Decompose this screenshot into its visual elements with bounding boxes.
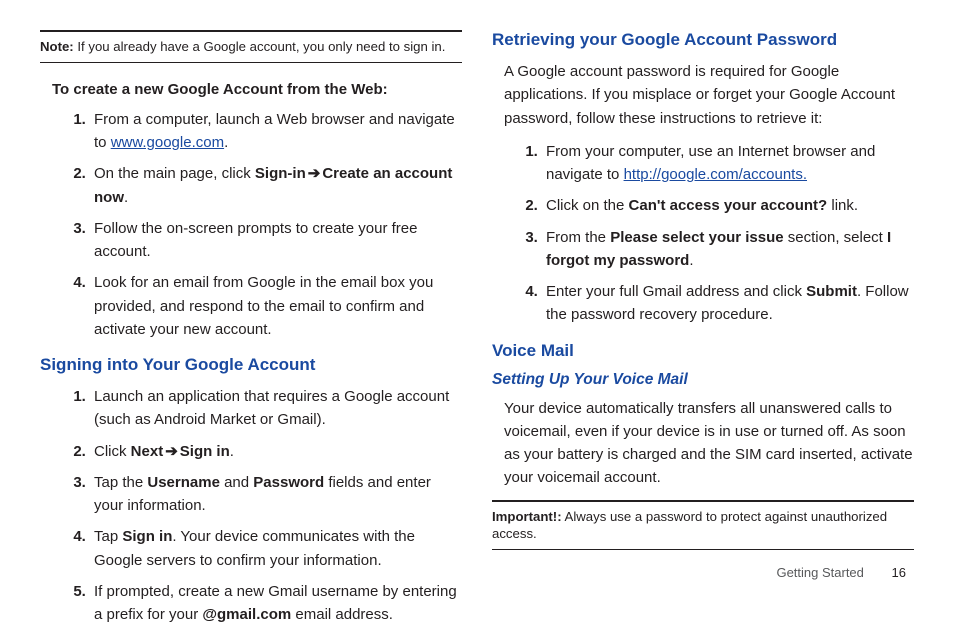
step-item: From the Please select your issue sectio… [542,226,914,273]
bold-text: Username [147,474,220,491]
important-box: Important!: Always use a password to pro… [492,500,914,551]
step-text: Follow the on-screen prompts to create y… [94,220,417,260]
voicemail-para: Your device automatically transfers all … [504,397,914,490]
note-label: Note: [40,39,74,54]
page-container: Note: If you already have a Google accou… [0,0,954,596]
step-text: section, select [784,229,887,246]
step-item: If prompted, create a new Gmail username… [90,580,462,627]
signin-steps: Launch an application that requires a Go… [62,385,462,626]
step-text: Click on the [546,197,629,214]
create-account-steps: From a computer, launch a Web browser an… [62,108,462,341]
create-account-heading: To create a new Google Account from the … [52,81,462,98]
footer-page-number: 16 [892,565,906,580]
step-text: . [230,443,234,460]
bold-text: Sign in [180,443,230,460]
bold-text: Sign-in [255,165,306,182]
note-box: Note: If you already have a Google accou… [40,30,462,63]
step-text: Tap [94,528,122,545]
step-item: Look for an email from Google in the ema… [90,271,462,341]
step-text: Enter your full Gmail address and click [546,283,806,300]
step-text: . [124,189,128,206]
bold-text: @gmail.com [202,606,291,623]
note-text: If you already have a Google account, yo… [74,39,446,54]
right-column: Retrieving your Google Account Password … [492,30,914,586]
step-text: On the main page, click [94,165,255,182]
step-text: Launch an application that requires a Go… [94,388,449,428]
link-google[interactable]: www.google.com [111,134,224,151]
step-item: From a computer, launch a Web browser an… [90,108,462,155]
step-text: From the [546,229,610,246]
step-item: Click on the Can't access your account? … [542,194,914,217]
link-google-accounts[interactable]: http://google.com/accounts. [624,166,807,183]
step-text: Tap the [94,474,147,491]
bold-text: Please select your issue [610,229,783,246]
footer-section: Getting Started [776,565,863,580]
signin-heading: Signing into Your Google Account [40,355,462,375]
arrow-icon: ➔ [163,440,180,463]
step-text: link. [827,197,858,214]
step-item: Tap the Username and Password fields and… [90,471,462,518]
step-text: and [220,474,253,491]
bold-text: Next [131,443,164,460]
step-item: From your computer, use an Internet brow… [542,140,914,187]
retrieve-steps: From your computer, use an Internet brow… [514,140,914,327]
bold-text: Can't access your account? [629,197,828,214]
step-item: Enter your full Gmail address and click … [542,280,914,327]
retrieve-heading: Retrieving your Google Account Password [492,30,914,50]
left-column: Note: If you already have a Google accou… [40,30,462,586]
step-text: Look for an email from Google in the ema… [94,274,433,338]
step-text: . [224,134,228,151]
retrieve-para: A Google account password is required fo… [504,60,914,130]
step-item: Launch an application that requires a Go… [90,385,462,432]
step-item: Click Next ➔ Sign in. [90,440,462,463]
step-item: On the main page, click Sign-in ➔ Create… [90,162,462,209]
step-item: Follow the on-screen prompts to create y… [90,217,462,264]
arrow-icon: ➔ [306,162,323,185]
bold-text: Sign in [122,528,172,545]
bold-text: Password [253,474,324,491]
step-text: Click [94,443,131,460]
step-text: email address. [291,606,393,623]
step-item: Tap Sign in. Your device communicates wi… [90,525,462,572]
bold-text: Submit [806,283,857,300]
voicemail-subheading: Setting Up Your Voice Mail [492,371,914,389]
voicemail-heading: Voice Mail [492,341,914,361]
step-text: . [689,252,693,269]
important-label: Important!: [492,509,562,524]
page-footer: Getting Started 16 [776,565,906,580]
